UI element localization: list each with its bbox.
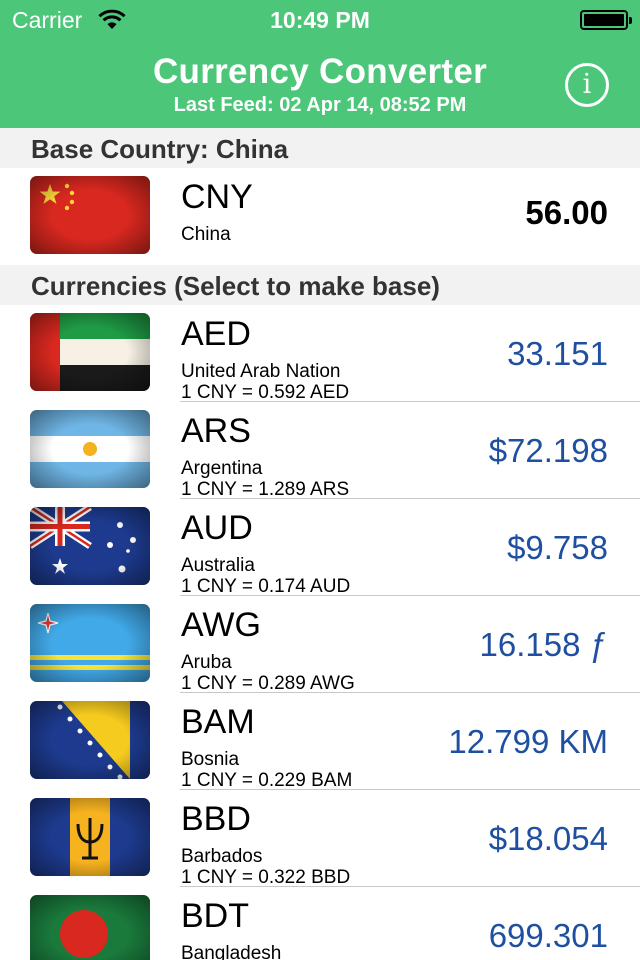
barbados-flag-icon	[30, 798, 150, 876]
currency-row-awg[interactable]: AWG Aruba 1 CNY = 0.289 AWG 16.158 ƒ	[0, 596, 640, 694]
info-icon[interactable]: i	[565, 63, 609, 107]
currency-row-bbd[interactable]: BBD Barbados 1 CNY = 0.322 BBD $18.054	[0, 790, 640, 888]
base-country-header: Base Country: China	[0, 128, 640, 168]
argentina-flag-icon	[30, 410, 150, 488]
currency-code: CNY	[181, 178, 253, 216]
page-title: Currency Converter	[152, 52, 488, 91]
currency-code: ARS	[181, 412, 251, 450]
navigation-bar: Carrier 10:49 PM Currency Converter Last…	[0, 0, 640, 128]
country-name: Australia	[181, 555, 255, 576]
country-name: United Arab Nation	[181, 361, 341, 382]
converted-amount: 12.799 KM	[448, 723, 608, 760]
currency-code: AED	[181, 315, 251, 353]
battery-icon	[580, 10, 632, 30]
bosnia-flag-icon	[30, 701, 150, 779]
converted-amount: $18.054	[488, 820, 608, 857]
currency-code: AUD	[181, 509, 253, 547]
converted-amount: $9.758	[507, 529, 608, 566]
country-name: Aruba	[181, 652, 232, 673]
country-name: Barbados	[181, 846, 263, 867]
converted-amount: 699.301	[488, 917, 608, 954]
base-currency-row[interactable]: CNY China 56.00	[0, 168, 640, 265]
aruba-flag-icon	[30, 604, 150, 682]
currency-row-ars[interactable]: ARS Argentina 1 CNY = 1.289 ARS $72.198	[0, 402, 640, 500]
currency-code: AWG	[181, 606, 261, 644]
currency-code: BAM	[181, 703, 255, 741]
currency-row-bam[interactable]: BAM Bosnia 1 CNY = 0.229 BAM 12.799 KM	[0, 693, 640, 791]
currency-code: BBD	[181, 800, 251, 838]
clock: 10:49 PM	[270, 7, 370, 33]
last-feed-label: Last Feed: 02 Apr 14, 08:52 PM	[173, 94, 467, 116]
converted-amount: $72.198	[488, 432, 608, 469]
china-flag-icon	[30, 176, 150, 254]
country-name: Bangladesh	[181, 943, 282, 960]
uae-flag-icon	[30, 313, 150, 391]
currency-row-aed[interactable]: AED United Arab Nation 1 CNY = 0.592 AED…	[0, 305, 640, 403]
bangladesh-flag-icon	[30, 895, 150, 960]
australia-flag-icon	[30, 507, 150, 585]
converted-amount: 33.151	[507, 335, 608, 372]
currencies-header: Currencies (Select to make base)	[0, 265, 640, 305]
country-name: Bosnia	[181, 749, 240, 770]
converted-amount: 16.158 ƒ	[479, 626, 608, 663]
country-name: Argentina	[181, 458, 263, 479]
currency-row-bdt[interactable]: BDT Bangladesh 699.301	[0, 887, 640, 960]
currency-row-aud[interactable]: AUD Australia 1 CNY = 0.174 AUD $9.758	[0, 499, 640, 597]
status-bar: Carrier 10:49 PM	[0, 0, 640, 40]
currency-code: BDT	[181, 897, 249, 935]
base-amount[interactable]: 56.00	[525, 194, 608, 232]
country-name: China	[181, 224, 231, 245]
